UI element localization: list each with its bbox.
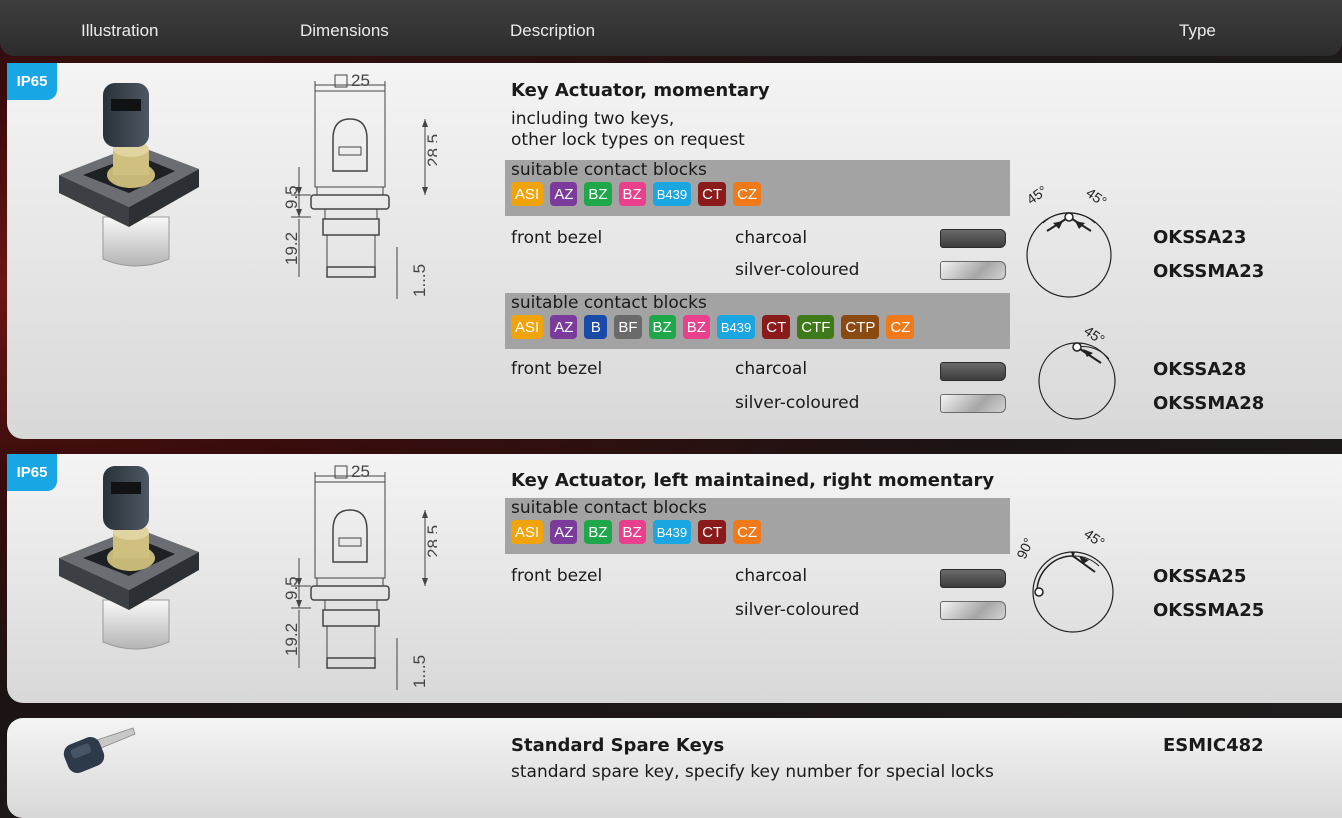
- contact-chip: CTP: [841, 315, 880, 339]
- switch-position-dial: 45°: [1038, 322, 1116, 420]
- angle-left: 90°: [1017, 535, 1037, 561]
- type-code-silver: OKSSMA25: [1153, 600, 1265, 621]
- contact-blocks-label: suitable contact blocks: [511, 293, 707, 313]
- dim-height-mid: 9.5: [282, 185, 301, 209]
- type-code-charcoal: OKSSA28: [1153, 359, 1247, 380]
- header-type: Type: [1179, 21, 1216, 40]
- dim-square: 25: [351, 71, 370, 90]
- contact-chip: BF: [614, 315, 642, 339]
- silver-swatch: [940, 601, 1006, 620]
- dim-range: 1...5: [410, 655, 429, 688]
- contact-blocks-label: suitable contact blocks: [511, 498, 707, 518]
- contact-chip: CZ: [733, 520, 762, 544]
- spare-key-photo: [63, 727, 136, 774]
- dim-square: 25: [351, 462, 370, 481]
- key-actuator-photo: [59, 466, 199, 650]
- dimension-drawing: 25 28.5 9.5 19.2 1...5: [282, 71, 437, 299]
- contact-chip: AZ: [550, 182, 578, 206]
- silver-swatch: [940, 394, 1006, 413]
- colour-charcoal: charcoal: [735, 566, 808, 586]
- contact-chip: BZ: [682, 315, 710, 339]
- colour-silver: silver-coloured: [735, 260, 860, 280]
- product-panel-maintained: IP65 25 28.5 9.5 19.2 1...5 Key Actuator…: [7, 454, 1342, 703]
- contact-blocks-group: suitable contact blocks ASI AZ B BF BZ B…: [505, 293, 1010, 349]
- dim-height-mid: 9.5: [282, 576, 301, 600]
- contact-chip: BZ: [618, 520, 646, 544]
- contact-chip: CT: [698, 182, 727, 206]
- switch-position-dial: 45° 45°: [1024, 182, 1112, 298]
- dim-height-bottom: 19.2: [282, 623, 301, 656]
- contact-chip: ASI: [511, 315, 544, 339]
- front-bezel-label: front bezel: [511, 566, 603, 586]
- dim-height-top: 28.5: [424, 134, 437, 167]
- type-code-silver: OKSSMA23: [1153, 261, 1265, 282]
- colour-charcoal: charcoal: [735, 228, 808, 248]
- type-code-charcoal: OKSSA25: [1153, 566, 1247, 587]
- contact-block-chips: ASI AZ B BF BZ BZ B439 CT CTF CTP CZ: [505, 313, 1010, 339]
- type-code-silver: OKSSMA28: [1153, 393, 1265, 414]
- contact-chip: BZ: [584, 520, 612, 544]
- type-code: ESMIC482: [1163, 735, 1264, 756]
- product-desc-line1: standard spare key, specify key number f…: [511, 762, 994, 782]
- front-bezel-label: front bezel: [511, 359, 603, 379]
- contact-chip: CT: [698, 520, 727, 544]
- charcoal-swatch: [940, 569, 1006, 588]
- key-actuator-photo: [59, 83, 199, 267]
- colour-charcoal: charcoal: [735, 359, 808, 379]
- dimension-drawing: 25 28.5 9.5 19.2 1...5: [282, 462, 437, 690]
- contact-chip: BZ: [584, 182, 612, 206]
- dim-height-top: 28.5: [424, 525, 437, 558]
- contact-chip: CTF: [797, 315, 835, 339]
- contact-chip: B439: [652, 182, 692, 206]
- product-title: Key Actuator, left maintained, right mom…: [511, 470, 995, 491]
- contact-blocks-group: suitable contact blocks ASI AZ BZ BZ B43…: [505, 498, 1010, 554]
- product-title: Key Actuator, momentary: [511, 80, 770, 101]
- colour-silver: silver-coloured: [735, 393, 860, 413]
- contact-blocks-group: suitable contact blocks ASI AZ BZ BZ B43…: [505, 160, 1010, 216]
- contact-chip: CT: [762, 315, 791, 339]
- angle-left: 45°: [1024, 182, 1051, 207]
- header-illustration: Illustration: [81, 21, 159, 40]
- contact-chip: BZ: [618, 182, 646, 206]
- header-dimensions: Dimensions: [300, 21, 389, 40]
- product-desc-line1: including two keys,: [511, 109, 675, 129]
- product-panel-spare-keys: Standard Spare Keys standard spare key, …: [7, 718, 1342, 818]
- contact-chip: AZ: [550, 315, 578, 339]
- colour-silver: silver-coloured: [735, 600, 860, 620]
- contact-chip: BZ: [648, 315, 676, 339]
- switch-position-dial: 90° 45°: [1017, 525, 1114, 633]
- contact-chip: B: [584, 315, 608, 339]
- charcoal-swatch: [940, 229, 1006, 248]
- product-desc-line2: other lock types on request: [511, 130, 745, 150]
- contact-chip: CZ: [886, 315, 915, 339]
- contact-chip: B439: [716, 315, 756, 339]
- angle-right: 45°: [1081, 525, 1108, 550]
- contact-chip: ASI: [511, 182, 544, 206]
- contact-chip: AZ: [550, 520, 578, 544]
- dim-range: 1...5: [410, 264, 429, 297]
- contact-block-chips: ASI AZ BZ BZ B439 CT CZ: [505, 180, 1010, 206]
- contact-blocks-label: suitable contact blocks: [511, 160, 707, 180]
- front-bezel-label: front bezel: [511, 228, 603, 248]
- product-panel-momentary: IP65 25 28.5 9.5 19.2 1...5 Key Actuator…: [7, 63, 1342, 439]
- charcoal-swatch: [940, 362, 1006, 381]
- contact-chip: B439: [652, 520, 692, 544]
- header-description: Description: [510, 21, 596, 40]
- contact-chip: ASI: [511, 520, 544, 544]
- dim-height-bottom: 19.2: [282, 232, 301, 265]
- silver-swatch: [940, 261, 1006, 280]
- table-header: Illustration Dimensions Description Type: [0, 0, 1342, 56]
- product-title: Standard Spare Keys: [511, 735, 725, 756]
- contact-chip: CZ: [733, 182, 762, 206]
- angle-right: 45°: [1083, 184, 1110, 209]
- contact-block-chips: ASI AZ BZ BZ B439 CT CZ: [505, 518, 1010, 544]
- type-code-charcoal: OKSSA23: [1153, 227, 1247, 248]
